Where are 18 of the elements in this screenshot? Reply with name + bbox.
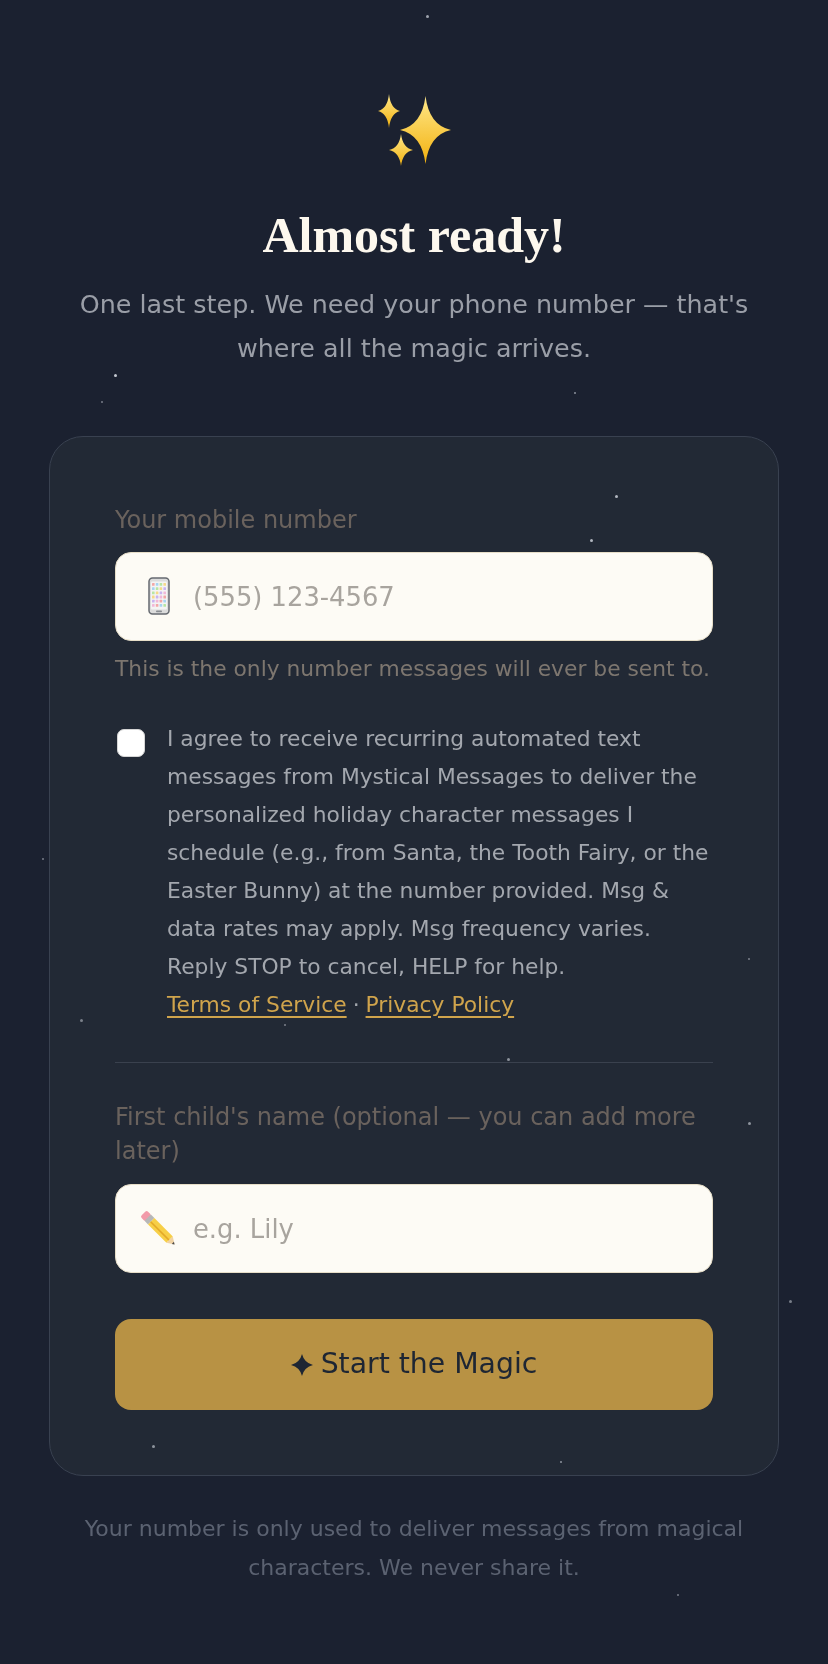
sparkles-icon — [377, 94, 451, 166]
name-input[interactable]: e.g. Lily — [115, 1184, 713, 1273]
hint-text: This is the only number messages will ever be sent to. — [115, 655, 711, 683]
terms-link[interactable]: Terms of Service — [167, 986, 347, 1024]
field-label: Your mobile number — [115, 505, 358, 535]
phone-icon — [148, 577, 170, 615]
consent-text: I agree to receive recurring automated text messages from Mystical Messages to deliver the personalized holiday character messages I schedule (e.g., from Santa, the Tooth Fairy, or the Easter Bunny) at the number provided. Msg & data rates may apply. Msg frequency varies. Reply STOP to cancel, HELP for help. — [167, 725, 710, 981]
consent-checkbox[interactable] — [117, 729, 145, 757]
field-label: First child's name (optional — you can add more later) — [115, 1102, 697, 1167]
sparkle-icon — [290, 1353, 313, 1376]
phone-input[interactable]: (555) 123-4567 — [115, 552, 713, 641]
page-title: Almost ready! — [262, 208, 566, 262]
subtitle-text: One last step. We need your phone number — that's where all the magic arrives. — [78, 288, 750, 365]
start-button[interactable]: Start the Magic — [115, 1319, 713, 1410]
separator-text: · — [352, 991, 360, 1019]
footer-text: Your number is only used to deliver messages from magical characters. We never share it. — [83, 1515, 745, 1582]
privacy-link[interactable]: Privacy Policy — [365, 986, 515, 1024]
pencil-icon — [140, 1210, 178, 1248]
